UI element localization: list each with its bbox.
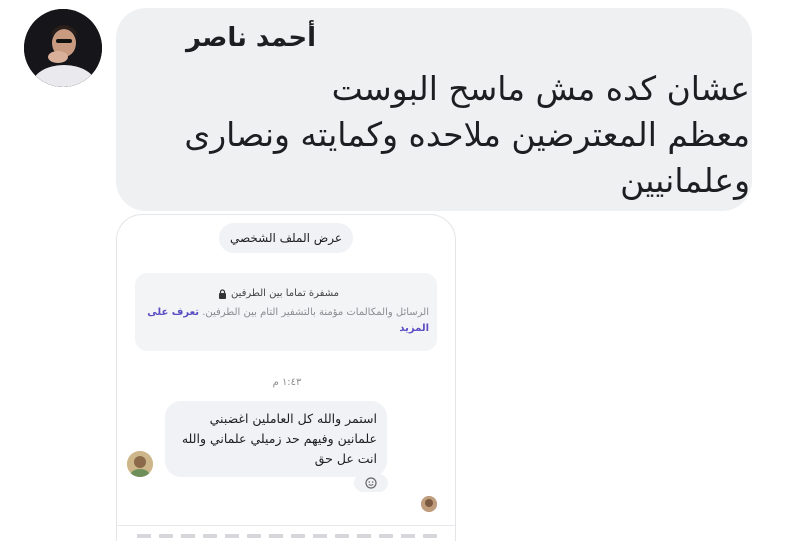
seen-indicator-avatar xyxy=(421,496,437,512)
message-line: علمانين وفيهم حد زميلي علماني والله xyxy=(181,431,377,446)
comment-line: وعلمانيين xyxy=(620,161,750,200)
message-timestamp: ١:٤٣ م xyxy=(272,377,302,388)
encryption-notice: مشفرة تماما بين الطرفين الرسائل والمكالم… xyxy=(135,273,437,351)
composer-placeholder xyxy=(137,534,437,538)
encryption-title: مشفرة تماما بين الطرفين xyxy=(218,288,339,299)
sender-avatar[interactable] xyxy=(127,451,153,477)
encryption-description: الرسائل والمكالمات مؤمنة بالتشفير التام … xyxy=(143,305,429,337)
attached-chat-screenshot[interactable]: عرض الملف الشخصي مشفرة تماما بين الطرفين… xyxy=(116,214,456,541)
message-line: استمر والله كل العاملين اغضبني xyxy=(209,411,377,426)
message-text: استمر والله كل العاملين اغضبني علمانين و… xyxy=(182,409,377,469)
comment-line: معظم المعترضين ملاحده وكمايته ونصارى xyxy=(184,115,750,154)
comment-line: عشان كده مش ماسح البوست xyxy=(331,69,750,108)
commenter-avatar[interactable] xyxy=(24,9,102,87)
add-reaction-button[interactable] xyxy=(354,474,388,492)
encryption-description-text: الرسائل والمكالمات مؤمنة بالتشفير التام … xyxy=(202,307,429,318)
smiley-icon xyxy=(365,477,377,489)
encryption-title-text: مشفرة تماما بين الطرفين xyxy=(230,288,339,299)
received-message-bubble[interactable]: استمر والله كل العاملين اغضبني علمانين و… xyxy=(165,401,387,477)
lock-icon xyxy=(218,288,227,299)
message-line: انت عل حق xyxy=(314,451,377,466)
composer-bar xyxy=(117,525,455,541)
comment-author-name[interactable]: أحمد ناصر xyxy=(186,23,316,53)
comment-text: عشان كده مش ماسح البوست معظم المعترضين م… xyxy=(150,66,750,204)
view-profile-button[interactable]: عرض الملف الشخصي xyxy=(219,223,353,253)
